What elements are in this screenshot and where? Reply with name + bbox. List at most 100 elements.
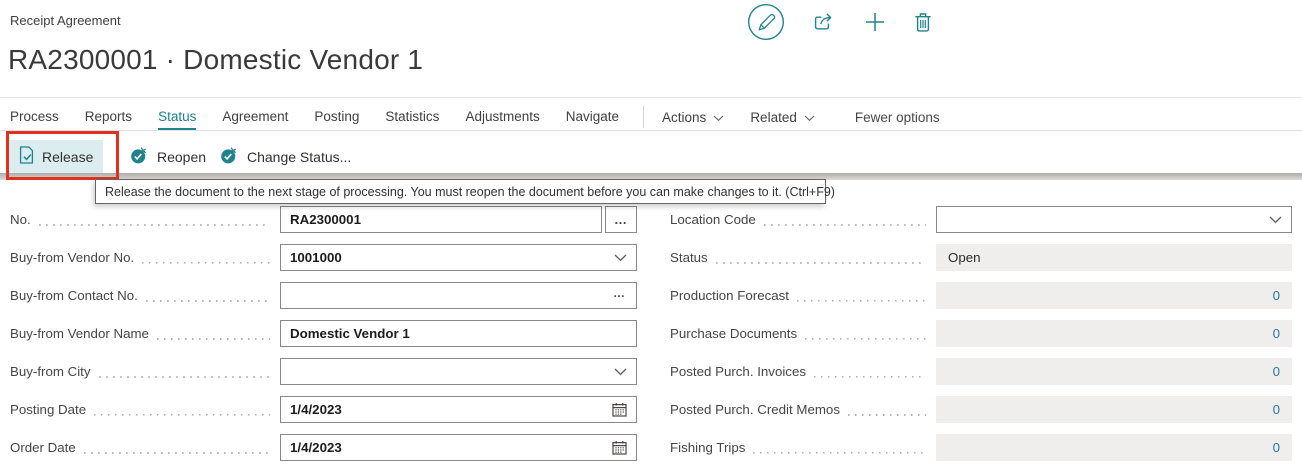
- production-forecast-drilldown[interactable]: 0: [936, 282, 1292, 309]
- posted-purch-invoices-label: Posted Purch. Invoices: [670, 364, 806, 379]
- chevron-down-icon[interactable]: [1263, 216, 1282, 224]
- dotted-leader: [805, 338, 926, 340]
- tab-statistics[interactable]: Statistics: [385, 105, 439, 130]
- new-button[interactable]: [862, 9, 888, 38]
- release-document-icon: [19, 146, 34, 167]
- dotted-leader: [157, 338, 270, 340]
- dotted-leader: [84, 452, 270, 454]
- release-label: Release: [42, 149, 93, 165]
- menu-actions[interactable]: Actions: [662, 110, 724, 125]
- edit-button[interactable]: [745, 1, 787, 46]
- production-forecast-label: Production Forecast: [670, 288, 789, 303]
- calendar-icon[interactable]: [606, 402, 627, 417]
- dotted-leader: [142, 262, 270, 264]
- posted-purch-credit-memos-drilldown[interactable]: 0: [936, 396, 1292, 423]
- location-code-field[interactable]: [936, 206, 1292, 233]
- buy-from-vendor-no-label: Buy-from Vendor No.: [10, 250, 134, 265]
- posting-date-label: Posting Date: [10, 402, 86, 417]
- buy-from-city-label: Buy-from City: [10, 364, 91, 379]
- plus-icon: [864, 11, 886, 36]
- page-title: RA2300001 · Domestic Vendor 1: [8, 44, 423, 76]
- status-value: Open: [936, 244, 1292, 271]
- order-date-label: Order Date: [10, 440, 76, 455]
- field-row-posted-purch-credit-memos: Posted Purch. Credit Memos 0: [670, 396, 1292, 423]
- calendar-icon[interactable]: [606, 440, 627, 455]
- release-tooltip: Release the document to the next stage o…: [95, 179, 826, 204]
- no-assist-button[interactable]: …: [605, 206, 637, 233]
- dotted-leader: [39, 224, 270, 226]
- dotted-leader: [797, 300, 926, 302]
- field-row-production-forecast: Production Forecast 0: [670, 282, 1292, 309]
- menu-related[interactable]: Related: [750, 110, 815, 125]
- buy-from-vendor-no-field[interactable]: 1001000: [280, 244, 637, 271]
- menu-items: Process Reports Status Agreement Posting Stat…: [10, 105, 619, 130]
- no-field[interactable]: RA2300001: [280, 206, 602, 233]
- dotted-leader: [99, 376, 270, 378]
- ellipsis-icon[interactable]: …: [613, 293, 627, 299]
- dotted-leader: [94, 414, 270, 416]
- field-row-buy-from-contact-no: Buy-from Contact No. …: [10, 282, 637, 309]
- change-status-button[interactable]: Change Status...: [210, 140, 361, 173]
- field-row-buy-from-city: Buy-from City: [10, 358, 637, 385]
- reopen-button[interactable]: Reopen: [120, 140, 216, 173]
- no-label: No.: [10, 212, 31, 227]
- field-row-posted-purch-invoices: Posted Purch. Invoices 0: [670, 358, 1292, 385]
- field-row-location-code: Location Code: [670, 206, 1292, 233]
- tab-status[interactable]: Status: [158, 105, 196, 130]
- header-divider: [0, 97, 1302, 98]
- field-row-order-date: Order Date 1/4/2023: [10, 434, 637, 461]
- dotted-leader: [814, 376, 926, 378]
- delete-button[interactable]: [912, 10, 934, 37]
- actions-label: Actions: [662, 110, 706, 125]
- dotted-leader: [848, 414, 926, 416]
- menu-bar: Process Reports Status Agreement Posting Stat…: [10, 104, 1302, 130]
- field-row-status: Status Open: [670, 244, 1292, 271]
- posted-purch-invoices-drilldown[interactable]: 0: [936, 358, 1292, 385]
- menu-separator: [643, 106, 644, 128]
- buy-from-contact-no-field[interactable]: …: [280, 282, 637, 309]
- tab-posting[interactable]: Posting: [314, 105, 359, 130]
- share-button[interactable]: [811, 9, 838, 37]
- purchase-documents-label: Purchase Documents: [670, 326, 797, 341]
- fishing-trips-drilldown[interactable]: 0: [936, 434, 1292, 461]
- order-date-field[interactable]: 1/4/2023: [280, 434, 637, 461]
- field-row-buy-from-vendor-name: Buy-from Vendor Name Domestic Vendor 1: [10, 320, 637, 347]
- buy-from-vendor-name-field[interactable]: Domestic Vendor 1: [280, 320, 637, 347]
- tab-process[interactable]: Process: [10, 105, 59, 130]
- location-code-label: Location Code: [670, 212, 756, 227]
- dotted-leader: [716, 262, 926, 264]
- page-caption: Receipt Agreement: [10, 13, 121, 28]
- dotted-leader: [146, 300, 270, 302]
- buy-from-contact-no-label: Buy-from Contact No.: [10, 288, 138, 303]
- trash-icon: [914, 12, 932, 35]
- reopen-label: Reopen: [157, 149, 206, 165]
- posted-purch-credit-memos-label: Posted Purch. Credit Memos: [670, 402, 840, 417]
- buy-from-vendor-name-label: Buy-from Vendor Name: [10, 326, 149, 341]
- related-label: Related: [750, 110, 797, 125]
- release-button[interactable]: Release: [9, 140, 103, 173]
- status-check-icon: [130, 146, 149, 168]
- header-toolbar: [745, 2, 934, 44]
- chevron-down-icon[interactable]: [608, 368, 627, 376]
- status-check-icon: [220, 146, 239, 168]
- action-bar: Release Reopen Change Status...: [0, 131, 1302, 173]
- tab-reports[interactable]: Reports: [85, 105, 132, 130]
- change-status-label: Change Status...: [247, 149, 351, 165]
- general-fields-left: No.RA2300001…Buy-from Vendor No.1001000B…: [10, 206, 637, 472]
- chevron-down-icon: [804, 110, 815, 125]
- chevron-down-icon: [713, 110, 724, 125]
- status-label: Status: [670, 250, 708, 265]
- field-row-buy-from-vendor-no: Buy-from Vendor No. 1001000: [10, 244, 637, 271]
- tab-adjustments[interactable]: Adjustments: [465, 105, 539, 130]
- purchase-documents-drilldown[interactable]: 0: [936, 320, 1292, 347]
- pencil-circle-icon: [747, 3, 785, 44]
- field-row-purchase-documents: Purchase Documents 0: [670, 320, 1292, 347]
- tab-navigate[interactable]: Navigate: [566, 105, 619, 130]
- dotted-leader: [764, 224, 926, 226]
- tab-agreement[interactable]: Agreement: [222, 105, 288, 130]
- chevron-down-icon[interactable]: [608, 254, 627, 262]
- fewer-options-button[interactable]: Fewer options: [855, 110, 940, 125]
- buy-from-city-field[interactable]: [280, 358, 637, 385]
- field-row-no: No. RA2300001…: [10, 206, 637, 233]
- posting-date-field[interactable]: 1/4/2023: [280, 396, 637, 423]
